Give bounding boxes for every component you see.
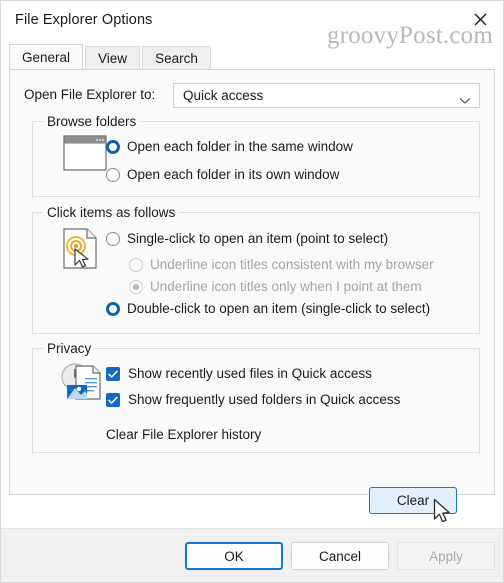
checkbox-show-frequent-folders-label: Show frequently used folders in Quick ac…: [128, 392, 401, 407]
cancel-button[interactable]: Cancel: [291, 542, 389, 570]
radio-single-click[interactable]: Single-click to open an item (point to s…: [106, 231, 388, 246]
tab-strip: General View Search: [9, 44, 503, 69]
title-bar: File Explorer Options groovyPost.com: [1, 1, 503, 49]
tab-general[interactable]: General: [9, 44, 84, 69]
radio-indicator: [106, 231, 120, 246]
open-file-explorer-row: Open File Explorer to: Quick access: [10, 83, 494, 109]
click-items-title: Click items as follows: [43, 205, 180, 220]
click-items-group: Click items as follows Single-click to o…: [32, 205, 480, 334]
tab-search-label: Search: [155, 51, 198, 66]
document-click-pointer-icon: [61, 227, 103, 276]
cancel-button-label: Cancel: [318, 548, 362, 564]
tab-view[interactable]: View: [85, 46, 141, 69]
checkbox-show-frequent-folders[interactable]: Show frequently used folders in Quick ac…: [106, 392, 400, 407]
close-button[interactable]: [465, 5, 495, 33]
checkbox-show-recent-files[interactable]: Show recently used files in Quick access: [106, 366, 372, 381]
radio-single-click-label: Single-click to open an item (point to s…: [127, 231, 389, 246]
privacy-group: Privacy Show recently used files in Quic…: [32, 341, 480, 453]
window-folder-icon: [63, 135, 107, 176]
radio-indicator: [106, 139, 120, 154]
browse-folders-group: Browse folders Open each folder in the s…: [32, 114, 480, 197]
radio-double-click[interactable]: Double-click to open an item (single-cli…: [106, 301, 430, 316]
open-file-explorer-value: Quick access: [183, 88, 264, 103]
tab-view-label: View: [98, 51, 128, 66]
tab-general-label: General: [22, 50, 71, 65]
radio-double-click-label: Double-click to open an item (single-cli…: [127, 301, 431, 316]
general-tab-panel: Open File Explorer to: Quick access Brow…: [9, 69, 495, 562]
radio-underline-consistent-browser-label: Underline icon titles consistent with my…: [150, 257, 434, 272]
radio-underline-on-point: Underline icon titles only when I point …: [129, 279, 422, 294]
clear-history-text: Clear File Explorer history: [106, 427, 262, 442]
radio-indicator: [129, 257, 143, 272]
clear-button-label: Clear: [396, 493, 430, 508]
radio-open-same-window-label: Open each folder in the same window: [127, 139, 353, 154]
checkbox-indicator: [106, 392, 120, 407]
open-file-explorer-label: Open File Explorer to:: [24, 87, 156, 102]
ok-button-label: OK: [224, 548, 244, 564]
dialog-footer: OK Cancel Apply: [1, 528, 503, 582]
open-file-explorer-dropdown[interactable]: Quick access: [173, 83, 480, 108]
checkbox-indicator: [106, 366, 120, 381]
tab-search[interactable]: Search: [142, 46, 211, 69]
apply-button-label: Apply: [429, 548, 463, 564]
radio-underline-consistent-browser: Underline icon titles consistent with my…: [129, 257, 434, 272]
browse-folders-title: Browse folders: [43, 114, 141, 129]
close-icon: [474, 13, 487, 26]
ok-button[interactable]: OK: [185, 542, 283, 570]
chevron-down-icon: [459, 92, 471, 104]
radio-open-own-window-label: Open each folder in its own window: [127, 167, 340, 182]
radio-underline-on-point-label: Underline icon titles only when I point …: [150, 279, 422, 294]
privacy-title: Privacy: [43, 341, 96, 356]
page-title: File Explorer Options: [15, 12, 153, 28]
file-explorer-options-dialog: File Explorer Options groovyPost.com Gen…: [0, 0, 504, 583]
clear-button[interactable]: Clear: [369, 487, 457, 514]
checkbox-show-recent-files-label: Show recently used files in Quick access: [128, 366, 372, 381]
radio-indicator: [106, 301, 120, 316]
radio-open-own-window[interactable]: Open each folder in its own window: [106, 167, 339, 182]
radio-indicator: [129, 279, 143, 294]
radio-indicator: [106, 167, 120, 182]
recent-history-document-icon: [59, 361, 107, 410]
radio-open-same-window[interactable]: Open each folder in the same window: [106, 139, 353, 154]
apply-button: Apply: [397, 542, 495, 570]
clear-history-label: Clear File Explorer history: [106, 427, 261, 442]
